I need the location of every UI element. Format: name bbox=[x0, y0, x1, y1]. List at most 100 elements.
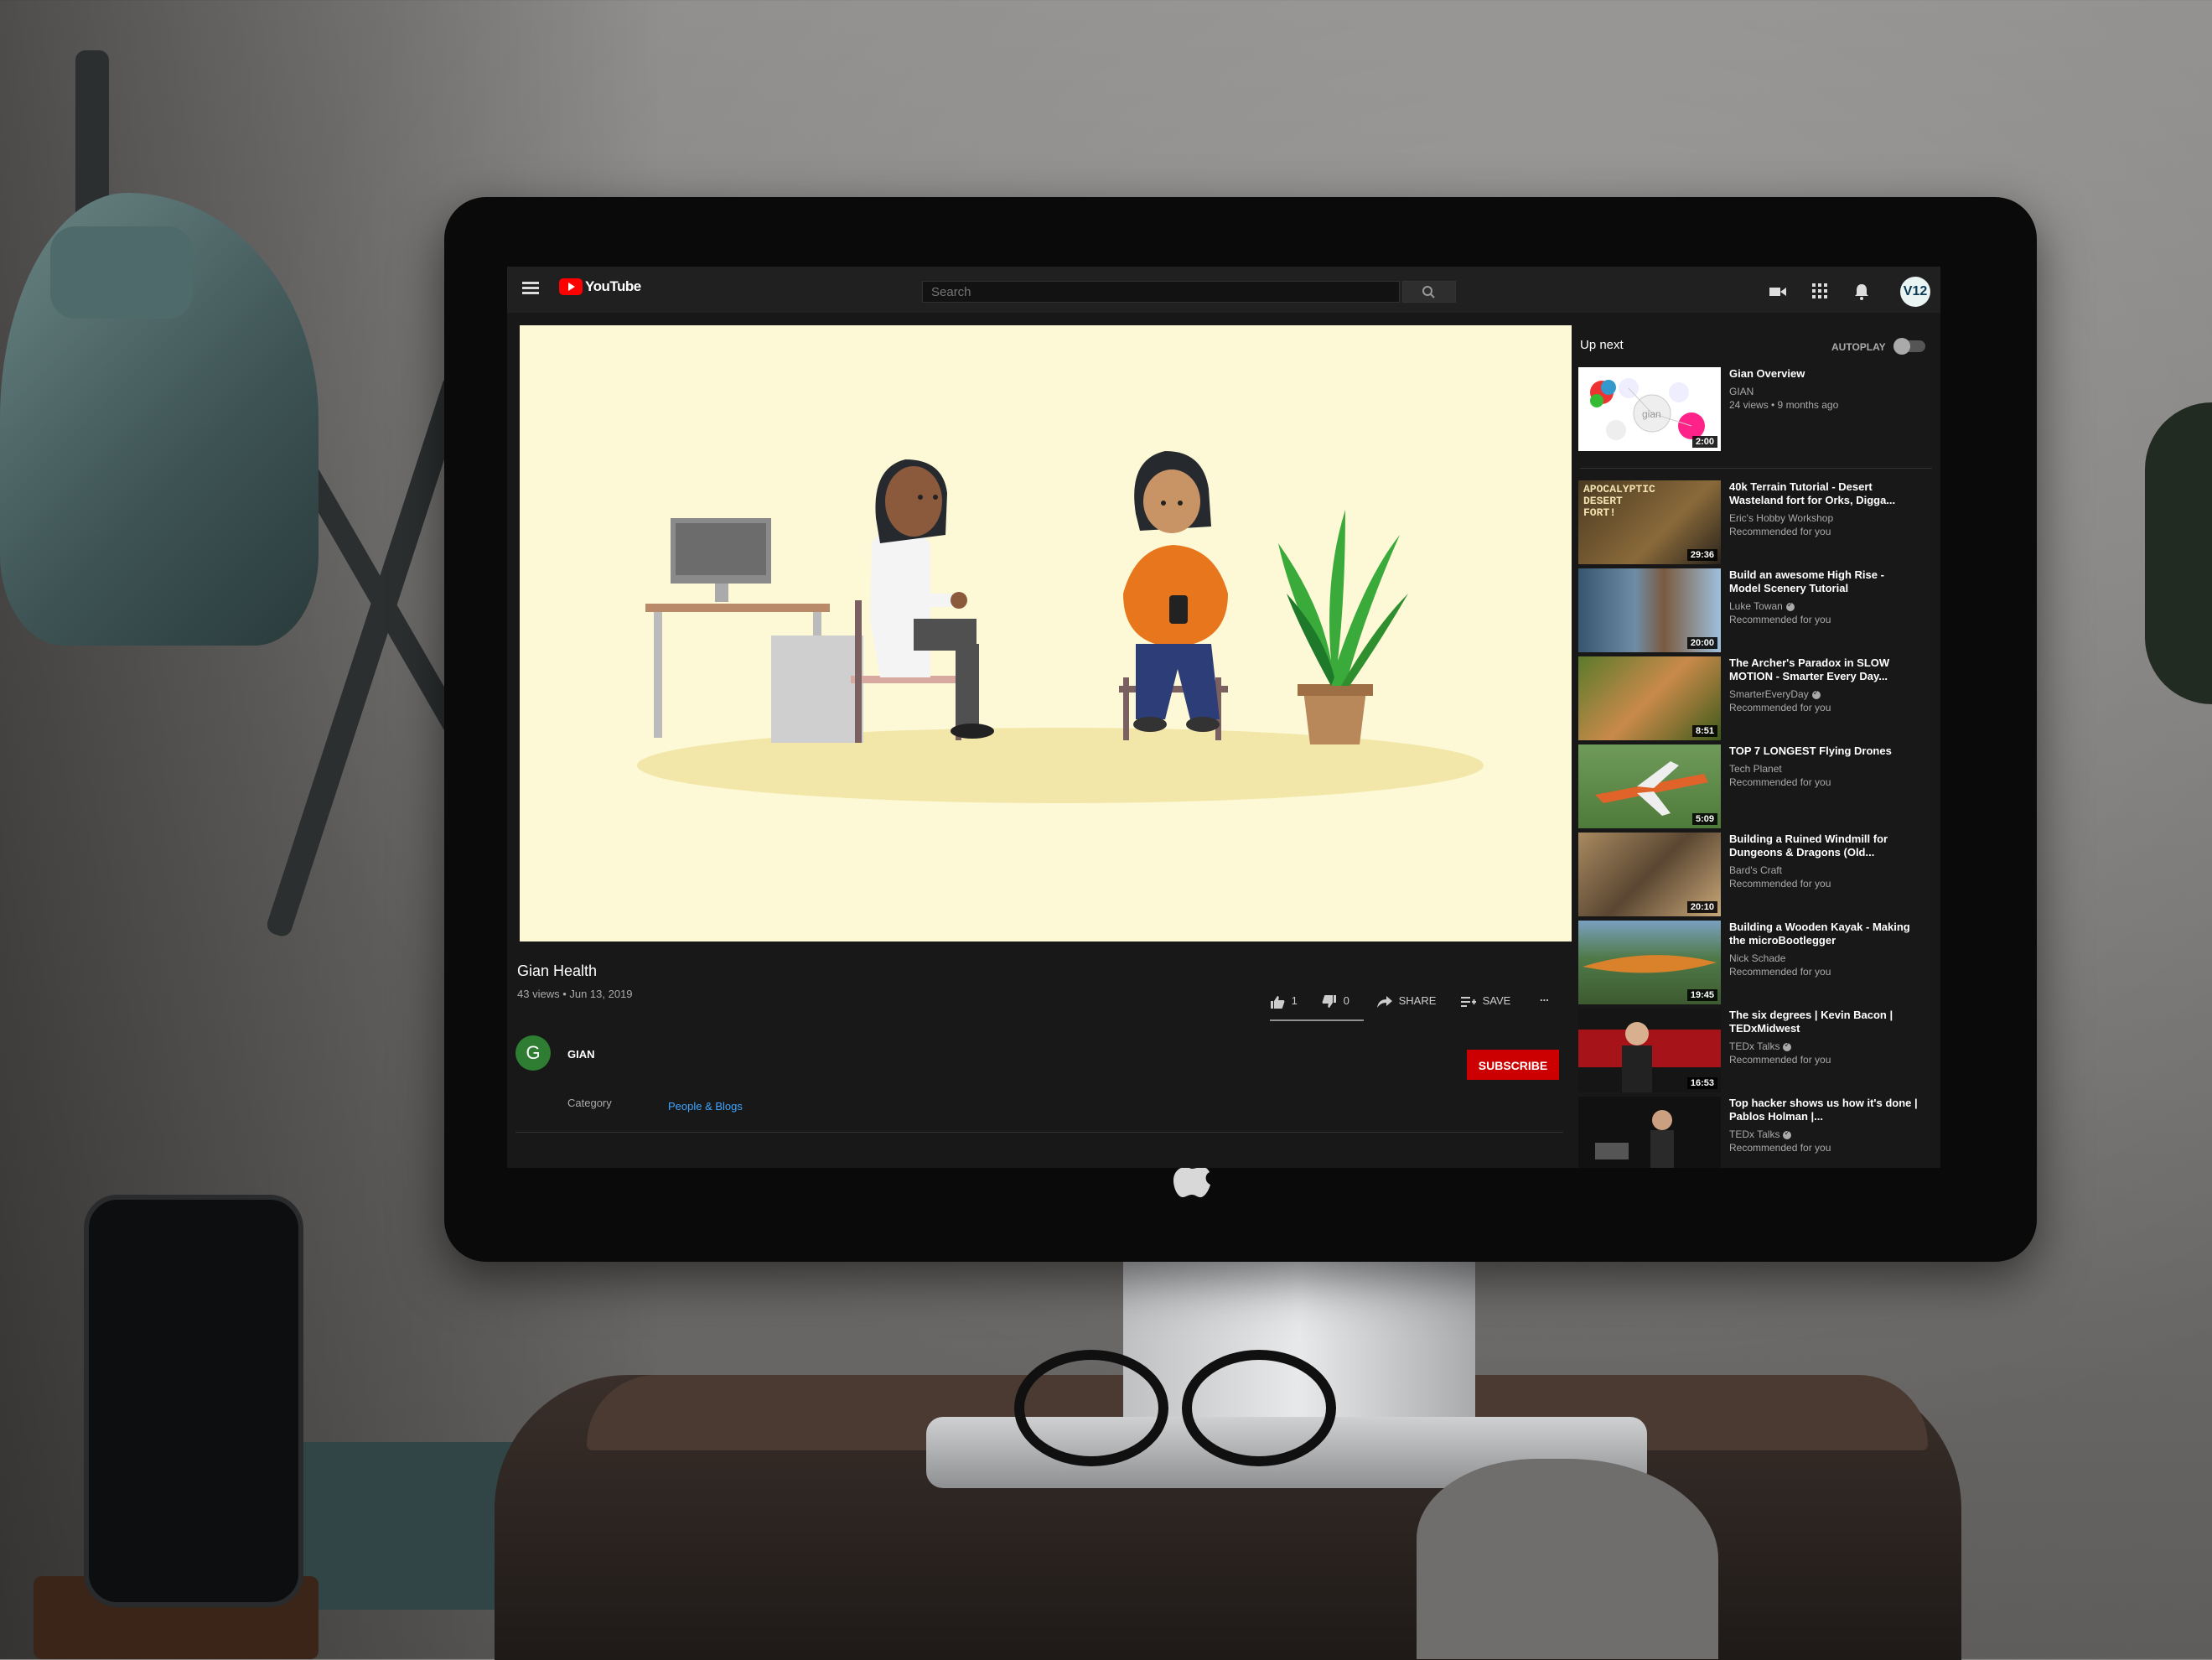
category-link[interactable]: People & Blogs bbox=[668, 1100, 743, 1113]
recommended-video[interactable]: 19:45 Building a Wooden Kayak - Making t… bbox=[1578, 921, 1939, 1009]
hamburger-menu-icon[interactable] bbox=[522, 282, 539, 295]
video-duration: 19:45 bbox=[1686, 989, 1717, 1001]
youtube-logo[interactable]: YouTube bbox=[559, 278, 641, 295]
illustration-patient-shoe bbox=[1133, 717, 1167, 732]
notifications-bell-icon[interactable] bbox=[1852, 283, 1871, 300]
autoplay-label: AUTOPLAY bbox=[1831, 341, 1886, 353]
create-video-icon[interactable] bbox=[1769, 283, 1787, 300]
video-thumbnail[interactable]: 5:09 bbox=[1578, 744, 1721, 828]
video-thumbnail[interactable]: 20:00 bbox=[1578, 568, 1721, 652]
illustration-monitor-screen bbox=[676, 523, 766, 575]
video-duration: 20:00 bbox=[1686, 637, 1717, 649]
category-label: Category bbox=[567, 1097, 612, 1109]
dislike-button[interactable]: 0 bbox=[1322, 994, 1349, 1009]
verified-badge-icon bbox=[1811, 688, 1821, 699]
video-thumbnail[interactable]: APOCALYPTIC DESERT FORT! 29:36 bbox=[1578, 480, 1721, 564]
video-thumbnail[interactable]: gian 2:00 bbox=[1578, 367, 1721, 451]
illustration-plant-pot-rim bbox=[1298, 684, 1373, 696]
svg-text:gian: gian bbox=[1642, 408, 1661, 420]
illustration-patient-jeans bbox=[1136, 644, 1220, 719]
youtube-play-icon bbox=[559, 278, 583, 295]
eyeglasses-lens-right bbox=[1182, 1350, 1336, 1466]
video-title[interactable]: Gian Overview bbox=[1729, 367, 1918, 381]
video-illustration bbox=[645, 451, 1408, 744]
illustration-doctor-arm bbox=[914, 594, 956, 607]
search-icon bbox=[1422, 286, 1435, 298]
illustration-phone bbox=[1169, 595, 1188, 624]
illustration-doctor-hand bbox=[951, 592, 967, 609]
recommended-video[interactable]: 20:10 Building a Ruined Windmill for Dun… bbox=[1578, 833, 1939, 921]
save-button[interactable]: SAVE bbox=[1461, 994, 1510, 1008]
eyeglasses bbox=[1014, 1333, 1336, 1466]
save-label: SAVE bbox=[1482, 994, 1511, 1007]
more-actions-button[interactable]: ... bbox=[1540, 991, 1549, 1004]
up-next-heading: Up next bbox=[1580, 338, 1624, 352]
desk-lamp-cap bbox=[50, 226, 193, 319]
recommended-video[interactable]: 20:00 Build an awesome High Rise - Model… bbox=[1578, 568, 1939, 656]
smartphone bbox=[84, 1195, 303, 1607]
apps-grid-icon[interactable] bbox=[1811, 283, 1829, 300]
video-title: Gian Health bbox=[517, 962, 598, 979]
video-stats: Recommended for you bbox=[1729, 966, 1831, 978]
illustration-plant-leaves bbox=[1278, 510, 1400, 686]
channel-name[interactable]: GIAN bbox=[1729, 386, 1754, 397]
thumbs-up-icon bbox=[1271, 995, 1285, 1009]
channel-name[interactable]: TEDx Talks bbox=[1729, 1040, 1792, 1052]
illustration-patient-face bbox=[1143, 469, 1200, 533]
thumbs-down-icon bbox=[1322, 994, 1336, 1008]
recommended-video[interactable]: 8:51 The Archer's Paradox in SLOW MOTION… bbox=[1578, 656, 1939, 744]
video-thumbnail[interactable]: 16:53 bbox=[1578, 1009, 1721, 1092]
illustration-doctor-shoe bbox=[951, 724, 994, 739]
video-player[interactable] bbox=[520, 325, 1572, 942]
video-thumbnail[interactable]: 8:51 bbox=[1578, 656, 1721, 740]
channel-name[interactable]: Tech Planet bbox=[1729, 763, 1782, 775]
channel-name[interactable]: TEDx Talks bbox=[1729, 1128, 1792, 1140]
illustration-plant-pot bbox=[1303, 690, 1366, 744]
account-avatar[interactable]: V12 bbox=[1900, 277, 1930, 307]
video-stats: Recommended for you bbox=[1729, 702, 1831, 713]
share-arrow-icon bbox=[1377, 995, 1392, 1008]
subscribe-button[interactable]: SUBSCRIBE bbox=[1467, 1050, 1559, 1080]
recommended-video[interactable]: Top hacker shows us how it's done | Pabl… bbox=[1578, 1097, 1939, 1168]
video-duration: 16:53 bbox=[1686, 1077, 1717, 1089]
video-duration: 5:09 bbox=[1691, 813, 1717, 825]
video-thumbnail[interactable]: 20:10 bbox=[1578, 833, 1721, 916]
like-button[interactable]: 1 bbox=[1270, 994, 1298, 1009]
recommended-video[interactable]: gian 2:00 Gian Overview GIAN 24 views • … bbox=[1578, 367, 1939, 455]
recommended-video[interactable]: 16:53 The six degrees | Kevin Bacon | TE… bbox=[1578, 1009, 1939, 1097]
video-title[interactable]: The Archer's Paradox in SLOW MOTION - Sm… bbox=[1729, 656, 1918, 683]
video-title[interactable]: Top hacker shows us how it's done | Pabl… bbox=[1729, 1097, 1918, 1123]
recommended-video[interactable]: APOCALYPTIC DESERT FORT! 29:36 40k Terra… bbox=[1578, 480, 1939, 568]
video-duration: 20:10 bbox=[1686, 901, 1717, 913]
recommended-video[interactable]: 5:09 TOP 7 LONGEST Flying Drones Tech Pl… bbox=[1578, 744, 1939, 833]
channel-name[interactable]: GIAN bbox=[567, 1048, 595, 1061]
share-button[interactable]: SHARE bbox=[1377, 994, 1436, 1008]
channel-name[interactable]: Nick Schade bbox=[1729, 952, 1785, 964]
plant-leaf bbox=[2145, 402, 2212, 704]
channel-name[interactable]: SmarterEveryDay bbox=[1729, 688, 1821, 700]
playlist-add-icon bbox=[1461, 996, 1476, 1007]
thumbnail-text: APOCALYPTIC DESERT FORT! bbox=[1583, 483, 1655, 519]
channel-name[interactable]: Luke Towan bbox=[1729, 600, 1795, 612]
channel-name[interactable]: Eric's Hobby Workshop bbox=[1729, 512, 1833, 524]
video-title[interactable]: Building a Ruined Windmill for Dungeons … bbox=[1729, 833, 1918, 859]
search-input[interactable] bbox=[922, 281, 1400, 303]
youtube-logo-text: YouTube bbox=[585, 278, 641, 294]
channel-name[interactable]: Bard's Craft bbox=[1729, 864, 1782, 876]
autoplay-toggle[interactable] bbox=[1893, 338, 1925, 355]
video-thumbnail[interactable]: 19:45 bbox=[1578, 921, 1721, 1004]
video-stats: Recommended for you bbox=[1729, 776, 1831, 788]
video-title[interactable]: Build an awesome High Rise - Model Scene… bbox=[1729, 568, 1918, 595]
youtube-screen: YouTube V12 bbox=[507, 267, 1940, 1168]
illustration-doctor-shin bbox=[956, 644, 979, 728]
video-duration: 8:51 bbox=[1691, 725, 1717, 737]
channel-avatar[interactable]: G bbox=[515, 1035, 551, 1071]
video-title[interactable]: TOP 7 LONGEST Flying Drones bbox=[1729, 744, 1918, 758]
video-thumbnail[interactable] bbox=[1578, 1097, 1721, 1168]
search-button[interactable] bbox=[1402, 281, 1456, 303]
video-title[interactable]: Building a Wooden Kayak - Making the mic… bbox=[1729, 921, 1918, 947]
like-count: 1 bbox=[1291, 994, 1298, 1007]
video-title[interactable]: The six degrees | Kevin Bacon | TEDxMidw… bbox=[1729, 1009, 1918, 1035]
eyeglasses-lens-left bbox=[1014, 1350, 1168, 1466]
video-title[interactable]: 40k Terrain Tutorial - Desert Wasteland … bbox=[1729, 480, 1918, 507]
